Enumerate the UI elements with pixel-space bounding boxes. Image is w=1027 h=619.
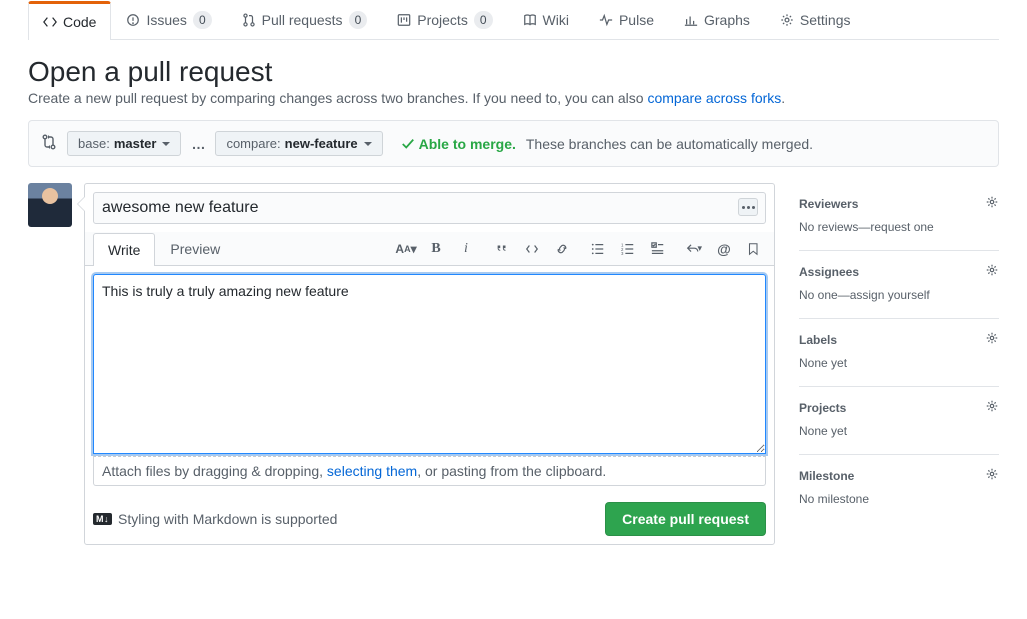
tab-projects-label: Projects (417, 12, 468, 28)
gear-icon[interactable] (985, 195, 999, 212)
sidebar-projects: Projects None yet (799, 387, 999, 455)
compare-forks-link[interactable]: compare across forks (647, 90, 781, 106)
tab-code-label: Code (63, 14, 96, 30)
tab-wiki-label: Wiki (543, 12, 569, 28)
pr-count: 0 (349, 11, 368, 29)
attach-hint[interactable]: Attach files by dragging & dropping, sel… (93, 456, 766, 486)
tab-graphs-label: Graphs (704, 12, 750, 28)
tasklist-icon[interactable] (650, 241, 666, 257)
gear-icon[interactable] (985, 467, 999, 484)
tab-projects[interactable]: Projects 0 (382, 0, 507, 39)
graph-icon (684, 13, 698, 27)
italic-icon[interactable]: i (458, 241, 474, 257)
repo-tabs: Code Issues 0 Pull requests 0 Projects 0… (28, 0, 999, 40)
code-icon (43, 15, 57, 29)
ul-icon[interactable] (590, 241, 606, 257)
markdown-icon: M↓ (93, 513, 112, 525)
project-icon (397, 13, 411, 27)
gear-icon[interactable] (985, 263, 999, 280)
gear-icon[interactable] (985, 331, 999, 348)
git-pr-icon (242, 13, 256, 27)
compare-range-bar: base: master … compare: new-feature Able… (28, 120, 999, 167)
ol-icon[interactable]: 123 (620, 241, 636, 257)
create-pr-button[interactable]: Create pull request (605, 502, 766, 536)
tab-graphs[interactable]: Graphs (669, 1, 765, 38)
tab-wiki[interactable]: Wiki (508, 1, 584, 38)
ellipsis: … (191, 136, 205, 152)
title-input[interactable] (93, 192, 766, 224)
link-icon[interactable] (554, 241, 570, 257)
sidebar: Reviewers No reviews—request one Assigne… (799, 183, 999, 522)
compare-branch-button[interactable]: compare: new-feature (215, 131, 382, 156)
tab-pulse-label: Pulse (619, 12, 654, 28)
tab-issues[interactable]: Issues 0 (111, 0, 226, 39)
assign-yourself-link[interactable]: assign yourself (850, 288, 930, 302)
page-title: Open a pull request (28, 56, 999, 88)
reply-icon[interactable]: ▾ (686, 241, 702, 257)
tab-pull-requests[interactable]: Pull requests 0 (227, 0, 383, 39)
body-textarea[interactable] (93, 274, 766, 454)
mention-icon[interactable]: @ (716, 241, 732, 257)
code-icon[interactable] (524, 241, 540, 257)
merge-note: These branches can be automatically merg… (526, 136, 813, 152)
pulse-icon (599, 13, 613, 27)
preview-tab[interactable]: Preview (155, 232, 235, 265)
write-tab[interactable]: Write (93, 233, 155, 266)
base-branch-button[interactable]: base: master (67, 131, 181, 156)
sidebar-labels: Labels None yet (799, 319, 999, 387)
gear-icon (780, 13, 794, 27)
issues-count: 0 (193, 11, 212, 29)
tab-code[interactable]: Code (28, 1, 111, 40)
tab-settings-label: Settings (800, 12, 851, 28)
saved-replies-icon[interactable] (746, 241, 762, 257)
tab-issues-label: Issues (146, 12, 186, 28)
projects-count: 0 (474, 11, 493, 29)
sidebar-assignees: Assignees No one—assign yourself (799, 251, 999, 319)
pr-composer: Write Preview AA▾ B i (84, 183, 775, 545)
bold-icon[interactable]: B (428, 241, 444, 257)
gear-icon[interactable] (985, 399, 999, 416)
avatar (28, 183, 72, 227)
md-toolbar: AA▾ B i 123 (398, 241, 766, 257)
page-subtitle: Create a new pull request by comparing c… (28, 90, 999, 106)
issue-icon (126, 13, 140, 27)
sidebar-milestone: Milestone No milestone (799, 455, 999, 522)
sidebar-reviewers: Reviewers No reviews—request one (799, 183, 999, 251)
svg-text:3: 3 (621, 251, 624, 256)
tab-pulse[interactable]: Pulse (584, 1, 669, 38)
quote-icon[interactable] (494, 241, 510, 257)
chevron-down-icon (364, 142, 372, 146)
chevron-down-icon (162, 142, 170, 146)
tab-pr-label: Pull requests (262, 12, 343, 28)
write-preview-tabs: Write Preview AA▾ B i (85, 232, 774, 266)
emoji-button[interactable] (738, 198, 758, 216)
heading-icon[interactable]: AA▾ (398, 241, 414, 257)
select-files-link[interactable]: selecting them (327, 463, 417, 479)
markdown-hint[interactable]: M↓ Styling with Markdown is supported (93, 511, 337, 527)
book-icon (523, 13, 537, 27)
merge-status: Able to merge. (401, 136, 516, 152)
tab-settings[interactable]: Settings (765, 1, 866, 38)
git-compare-icon (41, 134, 57, 153)
